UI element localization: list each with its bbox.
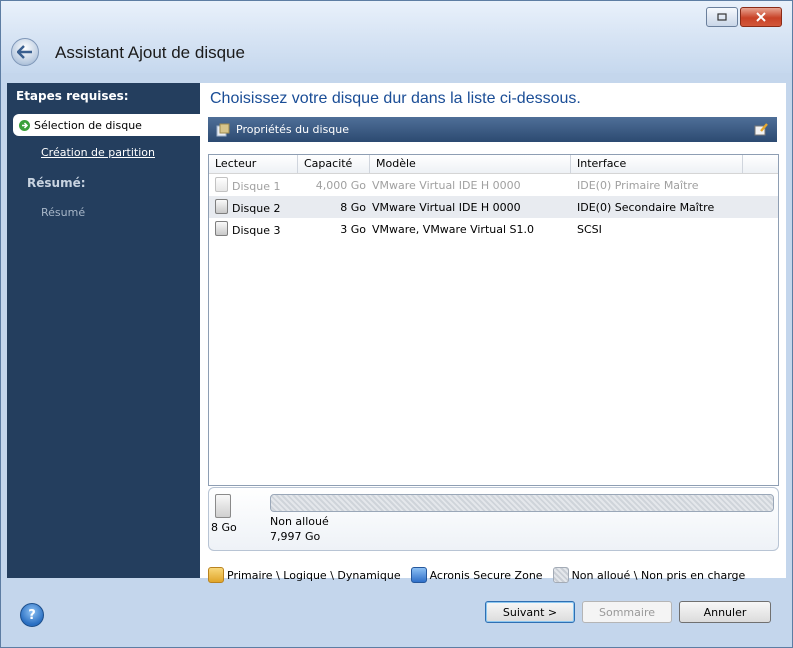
sidebar-heading-summary: Résumé: <box>27 176 86 190</box>
help-icon: ? <box>28 607 36 623</box>
button-bar: ? Suivant > Sommaire Annuler <box>1 585 792 637</box>
disk-properties-toolbar[interactable]: Propriétés du disque <box>208 117 777 142</box>
summary-button[interactable]: Sommaire <box>582 601 672 623</box>
green-arrow-icon <box>19 119 30 131</box>
row-drive: Disque 3 <box>232 224 281 237</box>
column-header-capacity[interactable]: Capacité <box>298 155 370 173</box>
disk-table: Lecteur Capacité Modèle Interface Disque… <box>208 154 779 486</box>
main-panel: Choisissez votre disque dur dans la list… <box>200 83 786 583</box>
sidebar-item-summary: Résumé <box>41 206 86 219</box>
restore-button[interactable] <box>706 7 738 27</box>
row-model: VMware Virtual IDE H 0000 <box>372 178 521 192</box>
edit-icon[interactable] <box>754 122 769 136</box>
legend-label: Non alloué \ Non pris en charge <box>571 568 746 582</box>
legend-swatch-secure-zone <box>410 567 427 583</box>
cancel-button[interactable]: Annuler <box>679 601 771 623</box>
sidebar-item-disk-selection[interactable]: Sélection de disque <box>13 114 200 136</box>
row-capacity: 8 Go <box>340 200 366 214</box>
arrow-left-icon <box>17 45 32 59</box>
legend-label: Acronis Secure Zone <box>429 568 543 582</box>
table-header: Lecteur Capacité Modèle Interface <box>209 155 778 174</box>
legend-swatch-primary <box>208 567 224 583</box>
disk-icon <box>215 199 228 214</box>
steps-sidebar: Etapes requises: Sélection de disque Cré… <box>7 83 200 578</box>
restore-icon <box>717 13 727 21</box>
close-icon <box>756 12 766 22</box>
legend-swatch-unallocated <box>552 567 569 583</box>
row-interface: SCSI <box>577 222 602 236</box>
legend-item-primary: Primaire \ Logique \ Dynamique <box>208 567 401 583</box>
close-button[interactable] <box>740 7 782 27</box>
disk-layout-panel: 8 Go Non alloué 7,997 Go <box>208 487 779 551</box>
legend-item-secure-zone: Acronis Secure Zone <box>410 567 543 583</box>
hard-disk-icon <box>215 494 231 518</box>
disk-properties-icon <box>216 123 230 136</box>
row-capacity: 4,000 Go <box>315 178 366 192</box>
back-button[interactable] <box>11 38 39 66</box>
column-header-model[interactable]: Modèle <box>370 155 571 173</box>
row-drive: Disque 1 <box>232 180 281 193</box>
row-model: VMware Virtual IDE H 0000 <box>372 200 521 214</box>
sidebar-item-label: Sélection de disque <box>34 118 142 132</box>
window-controls <box>706 7 782 27</box>
table-row[interactable]: Disque 3 3 Go VMware, VMware Virtual S1.… <box>209 218 778 240</box>
unallocated-partition-bar[interactable] <box>270 494 774 512</box>
partition-size: 7,997 Go <box>270 530 321 543</box>
legend-label: Primaire \ Logique \ Dynamique <box>227 568 401 582</box>
table-row[interactable]: Disque 1 4,000 Go VMware Virtual IDE H 0… <box>209 174 778 196</box>
row-interface: IDE(0) Secondaire Maître <box>577 200 715 214</box>
column-header-interface[interactable]: Interface <box>571 155 743 173</box>
legend: Primaire \ Logique \ Dynamique Acronis S… <box>208 567 755 583</box>
table-row[interactable]: Disque 2 8 Go VMware Virtual IDE H 0000 … <box>209 196 778 218</box>
row-capacity: 3 Go <box>340 222 366 236</box>
title-bar: Assistant Ajout de disque <box>1 1 792 73</box>
legend-item-unallocated: Non alloué \ Non pris en charge <box>552 567 746 583</box>
disk-icon <box>215 221 228 236</box>
wizard-window: Assistant Ajout de disque Etapes requise… <box>0 0 793 648</box>
next-button[interactable]: Suivant > <box>485 601 575 623</box>
partition-label: Non alloué <box>270 515 329 528</box>
disk-size-label: 8 Go <box>211 521 237 534</box>
disk-icon <box>215 177 228 192</box>
toolbar-label: Propriétés du disque <box>236 123 350 136</box>
help-button[interactable]: ? <box>20 603 44 627</box>
row-interface: IDE(0) Primaire Maître <box>577 178 699 192</box>
column-header-drive[interactable]: Lecteur <box>209 155 298 173</box>
sidebar-item-partition-creation[interactable]: Création de partition <box>7 136 200 160</box>
sidebar-heading-required: Etapes requises: <box>16 89 129 103</box>
page-title: Choisissez votre disque dur dans la list… <box>210 90 581 107</box>
column-header-spacer <box>743 155 777 173</box>
row-model: VMware, VMware Virtual S1.0 <box>372 222 535 236</box>
row-drive: Disque 2 <box>232 202 281 215</box>
window-title: Assistant Ajout de disque <box>55 43 245 62</box>
